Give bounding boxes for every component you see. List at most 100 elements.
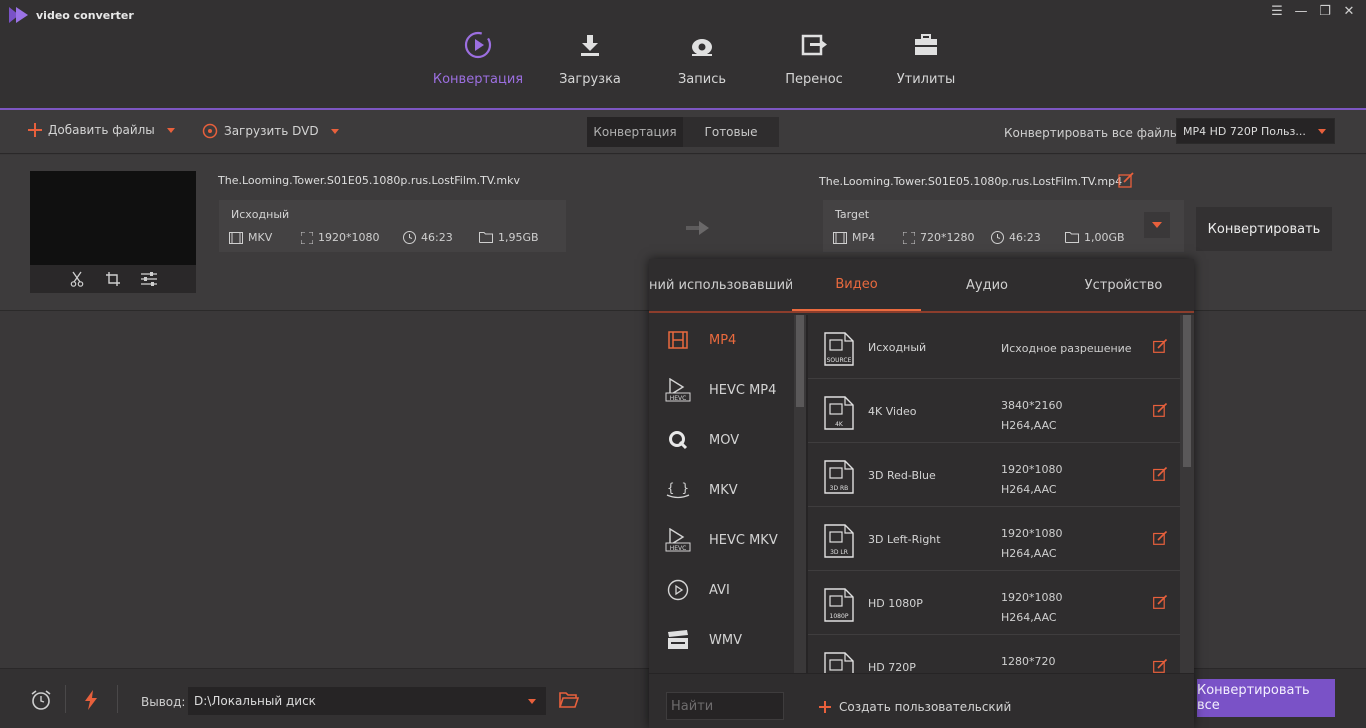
tab-label: Загрузка [559, 72, 621, 87]
target-size-value: 1,00GB [1084, 231, 1125, 244]
source-size-value: 1,95GB [498, 231, 539, 244]
preset-item[interactable]: 1080P HD 1080P 1920*1080 H264,AAC [808, 571, 1180, 635]
svg-text:HEVC: HEVC [670, 545, 687, 552]
tab-utilities[interactable]: Утилиты [870, 24, 982, 110]
convert-all-button[interactable]: Конвертировать все [1197, 679, 1335, 717]
preset-name: HD 1080P [868, 597, 923, 610]
format-item-wmv[interactable]: WMV [649, 615, 793, 665]
edit-icon[interactable] [1153, 531, 1167, 545]
add-files-label: Добавить файлы [48, 123, 155, 137]
plus-icon [28, 123, 42, 137]
crop-icon[interactable] [104, 270, 122, 288]
convert-all-format-select[interactable]: MP4 HD 720P Польз... [1176, 118, 1335, 144]
edit-name-icon[interactable] [1118, 172, 1134, 188]
open-folder-icon[interactable] [558, 689, 580, 711]
tab-burn[interactable]: Запись [646, 24, 758, 110]
edit-icon[interactable] [1153, 595, 1167, 609]
convert-button[interactable]: Конвертировать [1196, 207, 1332, 251]
menu-icon[interactable]: ☰ [1270, 4, 1284, 19]
video-thumbnail[interactable] [30, 171, 196, 293]
window-controls: ☰ — ❐ ✕ [1270, 4, 1356, 19]
minimize-icon[interactable]: — [1294, 4, 1308, 19]
segment-converting[interactable]: Конвертация [587, 117, 683, 147]
tab-device[interactable]: Устройство [1053, 259, 1194, 311]
video-file-icon: 3D RB [824, 460, 854, 494]
close-icon[interactable]: ✕ [1342, 4, 1356, 19]
tab-download[interactable]: Загрузка [534, 24, 646, 110]
hevc-icon: HEVC [665, 527, 691, 553]
create-custom-button[interactable]: Создать пользовательский [819, 700, 1011, 714]
format-label: HEVC MP4 [709, 382, 777, 398]
folder-icon [479, 232, 493, 243]
preset-list-scrollbar[interactable] [1180, 315, 1194, 673]
panel-footer: Создать пользовательский [649, 673, 1194, 728]
output-label: Вывод: [141, 695, 186, 709]
target-info-title: Target [835, 208, 870, 221]
preset-badge: 1080P [830, 613, 849, 620]
tab-label: Перенос [785, 72, 843, 87]
preset-item[interactable]: 3D RB 3D Red-Blue 1920*1080 H264,AAC [808, 443, 1180, 507]
preset-item[interactable]: SOURCE Исходный Исходное разрешение [808, 315, 1180, 379]
preset-item[interactable]: 3D LR 3D Left-Right 1920*1080 H264,AAC [808, 507, 1180, 571]
video-file-icon: 720P [824, 652, 854, 673]
search-input[interactable] [666, 692, 784, 720]
lightning-icon[interactable] [80, 689, 102, 711]
maximize-icon[interactable]: ❐ [1318, 4, 1332, 19]
tab-audio[interactable]: Аудио [921, 259, 1053, 311]
output-path-select[interactable]: D:\Локальный диск [188, 687, 546, 715]
top-bar: video converter ☰ — ❐ ✕ Конвертация Загр… [0, 0, 1366, 110]
format-item-hevc-mp4[interactable]: HEVC HEVC MP4 [649, 365, 793, 415]
logo-icon [9, 7, 28, 23]
preset-resolution-value: 1920*1080 [1001, 591, 1063, 604]
preset-list: SOURCE Исходный Исходное разрешение 4K 4K Vi… [808, 315, 1180, 673]
tab-transfer[interactable]: Перенос [758, 24, 870, 110]
effects-sliders-icon[interactable] [140, 270, 158, 288]
edit-icon[interactable] [1153, 467, 1167, 481]
source-info-box: Исходный MKV 1920*1080 46:23 1,95GB [219, 200, 566, 252]
load-dvd-button[interactable]: Загрузить DVD [202, 123, 339, 139]
mkv-icon: { } [665, 477, 691, 503]
edit-icon[interactable] [1153, 339, 1167, 353]
tab-convert[interactable]: Конвертация [422, 24, 534, 110]
edit-icon[interactable] [1153, 403, 1167, 417]
main-nav: Конвертация Загрузка Запись Перенос Утил… [422, 24, 982, 110]
preset-item[interactable]: 720P HD 720P 1280*720H264,AAC [808, 635, 1180, 673]
preset-item[interactable]: 4K 4K Video 3840*2160 H264,AAC [808, 379, 1180, 443]
source-info-row: MKV 1920*1080 46:23 1,95GB [229, 231, 539, 244]
alarm-clock-icon[interactable] [30, 689, 52, 711]
convert-icon [463, 30, 493, 60]
source-info-title: Исходный [231, 208, 290, 221]
format-item-mkv[interactable]: { } MKV [649, 465, 793, 515]
target-format-dropdown[interactable] [1144, 212, 1170, 238]
scrollbar-thumb[interactable] [796, 315, 804, 407]
video-file-icon: 1080P [824, 588, 854, 622]
segment-done[interactable]: Готовые [683, 117, 779, 147]
format-list-scrollbar[interactable] [794, 315, 806, 673]
play-circle-icon [665, 577, 691, 603]
clapper-icon [665, 627, 691, 653]
tab-recently-used[interactable]: ний использовавший [649, 259, 792, 311]
format-item-avi[interactable]: AVI [649, 565, 793, 615]
preset-resolution-value: 1280*720 [1001, 655, 1056, 668]
film-icon [833, 231, 847, 244]
video-file-icon: SOURCE [824, 332, 854, 366]
format-item-mov[interactable]: MOV [649, 415, 793, 465]
scrollbar-thumb[interactable] [1183, 315, 1191, 467]
status-segmented-control: Конвертация Готовые [587, 117, 779, 147]
edit-icon[interactable] [1153, 659, 1167, 673]
format-item-mp4[interactable]: MP4 [649, 315, 793, 365]
preset-resolution: 1920*1080 H264,AAC [1001, 588, 1063, 628]
thumbnail-tools [30, 265, 196, 293]
convert-all-label: Конвертировать все файлы в [1004, 126, 1191, 140]
source-size: 1,95GB [479, 231, 539, 244]
source-format-value: MKV [248, 231, 273, 244]
output-path-value: D:\Локальный диск [194, 694, 316, 708]
format-item-hevc-mkv[interactable]: HEVC HEVC MKV [649, 515, 793, 565]
tab-video[interactable]: Видео [792, 259, 921, 311]
chevron-down-icon [528, 699, 536, 704]
preset-name: 4K Video [868, 405, 917, 418]
preset-codec: H264,AAC [1001, 611, 1057, 624]
trim-icon[interactable] [68, 270, 86, 288]
add-files-button[interactable]: Добавить файлы [28, 123, 175, 137]
create-custom-label: Создать пользовательский [839, 700, 1012, 714]
